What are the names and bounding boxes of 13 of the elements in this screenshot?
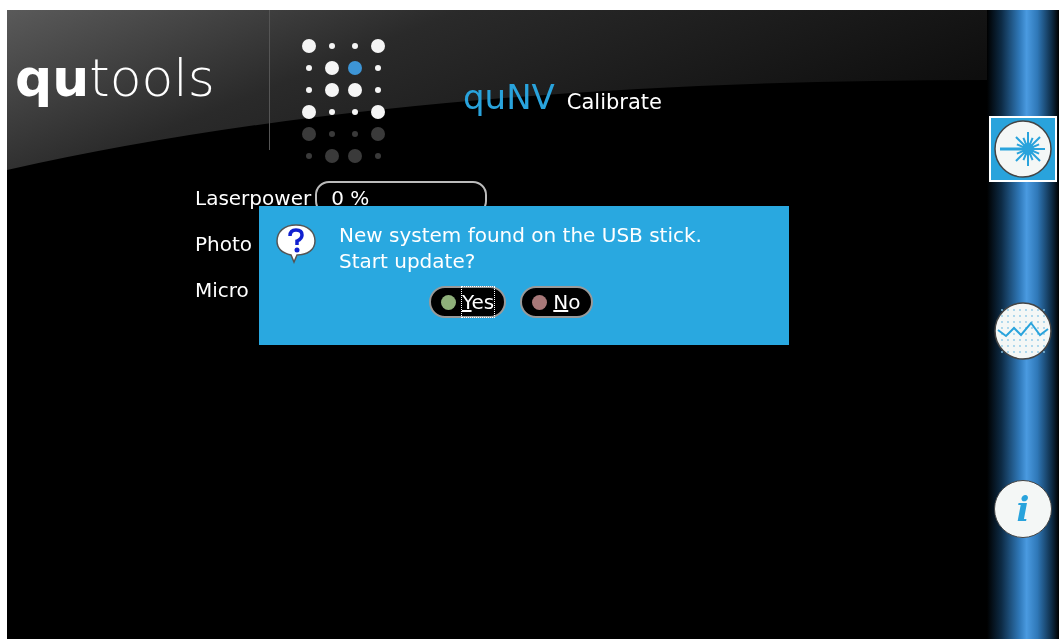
chart-icon — [994, 302, 1052, 360]
sidebar-button[interactable] — [989, 116, 1057, 182]
laser-icon — [994, 120, 1052, 178]
field-label: Photo — [195, 231, 253, 258]
field-label: Micro — [195, 277, 249, 304]
dialog-button[interactable]: Yes — [429, 286, 507, 318]
field-label: Laserpower — [195, 185, 312, 212]
dialog-message: New system found on the USB stick. — [339, 222, 702, 248]
app-name: quNV — [463, 76, 555, 119]
page-title: Calibrate — [566, 89, 662, 116]
question-icon — [275, 222, 317, 264]
dialog-question: Start update? — [339, 248, 477, 274]
dialog-button[interactable]: No — [520, 286, 593, 318]
